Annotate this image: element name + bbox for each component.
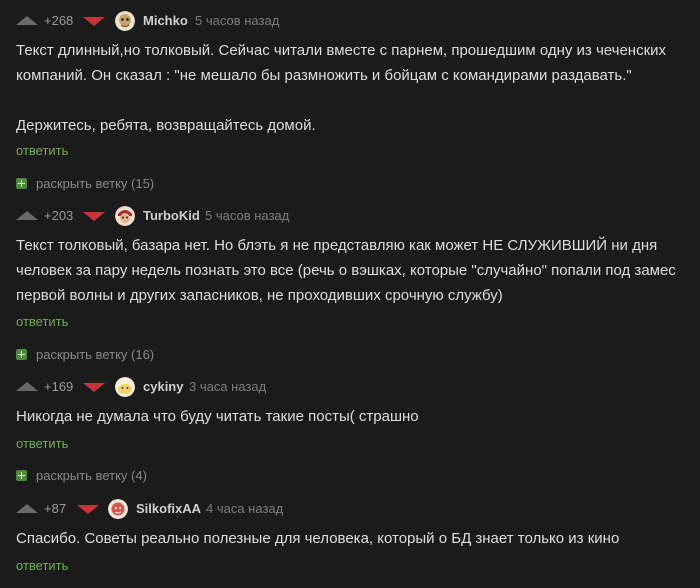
comment-paragraph: Текст длинный,но толковый. Сейчас читали… (16, 42, 667, 84)
upvote-arrow-icon[interactable] (16, 211, 38, 220)
comment-text: Никогда не думала что буду читать такие … (16, 404, 676, 429)
rating-value: +169 (44, 379, 74, 394)
expand-thread-label: раскрыть ветку (4) (36, 468, 147, 483)
comment-time: 5 часов назад (195, 13, 280, 28)
expand-thread-label: раскрыть ветку (16) (36, 347, 155, 362)
comment-time: 3 часа назад (189, 379, 267, 394)
avatar[interactable] (108, 499, 128, 519)
comment-header: +203 TurboKid 5 часов назад (0, 204, 700, 228)
reply-link[interactable]: ответить (16, 436, 68, 451)
downvote-arrow-icon[interactable] (83, 383, 105, 392)
author-name[interactable]: cykiny (143, 379, 183, 394)
comment-paragraph: Никогда не думала что буду читать такие … (16, 408, 419, 425)
comment-paragraph: Текст толковый, базара нет. Но блэть я н… (16, 237, 676, 304)
downvote-arrow-icon[interactable] (83, 212, 105, 221)
avatar[interactable] (115, 377, 135, 397)
rating-value: +268 (44, 13, 74, 28)
comment-time: 4 часа назад (206, 501, 284, 516)
reply-link[interactable]: ответить (16, 143, 68, 158)
avatar[interactable] (115, 11, 135, 31)
comment-paragraph: Держитесь, ребята, возвращайтесь домой. (16, 117, 316, 134)
comment-text: Спасибо. Советы реально полезные для чел… (16, 526, 676, 551)
expand-thread-button[interactable]: раскрыть ветку (4) (16, 468, 147, 483)
comment-time: 5 часов назад (205, 208, 290, 223)
comment-header: +87 SilkofixAA 4 часа назад (0, 497, 700, 521)
upvote-arrow-icon[interactable] (16, 382, 38, 391)
plus-square-icon (16, 178, 27, 189)
rating-value: +203 (44, 208, 74, 223)
plus-square-icon (16, 349, 27, 360)
upvote-arrow-icon[interactable] (16, 16, 38, 25)
expand-thread-button[interactable]: раскрыть ветку (16) (16, 347, 154, 362)
comments-feed: +268 Michko 5 часов назад Текст длинный,… (0, 0, 700, 588)
reply-link[interactable]: ответить (16, 314, 68, 329)
plus-square-icon (16, 470, 27, 481)
rating-value: +87 (44, 501, 67, 516)
comment-text: Текст длинный,но толковый. Сейчас читали… (16, 38, 676, 138)
comment-text: Текст толковый, базара нет. Но блэть я н… (16, 233, 676, 308)
expand-thread-button[interactable]: раскрыть ветку (15) (16, 176, 154, 191)
comment-header: +169 cykiny 3 часа назад (0, 375, 700, 399)
author-name[interactable]: Michko (143, 13, 188, 28)
downvote-arrow-icon[interactable] (77, 505, 99, 514)
downvote-arrow-icon[interactable] (83, 17, 105, 26)
comment-header: +268 Michko 5 часов назад (0, 9, 700, 33)
reply-link[interactable]: ответить (16, 558, 68, 573)
author-name[interactable]: SilkofixAA (136, 501, 201, 516)
avatar[interactable] (115, 206, 135, 226)
expand-thread-label: раскрыть ветку (15) (36, 176, 155, 191)
author-name[interactable]: TurboKid (143, 208, 200, 223)
upvote-arrow-icon[interactable] (16, 504, 38, 513)
comment-paragraph: Спасибо. Советы реально полезные для чел… (16, 530, 620, 547)
